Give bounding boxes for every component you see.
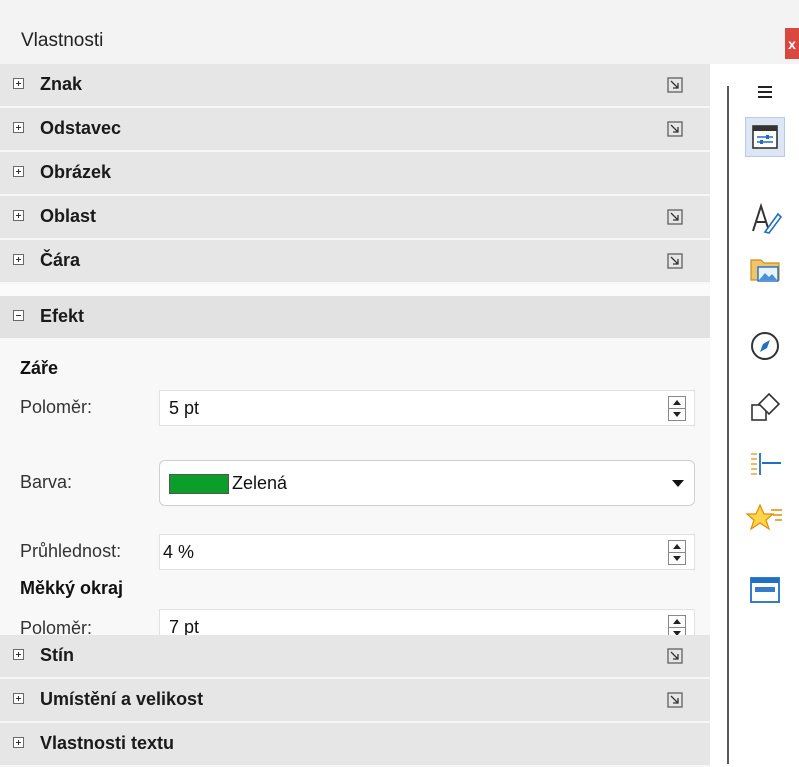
chevron-down-icon[interactable] xyxy=(672,480,684,487)
section-efekt-header[interactable]: Efekt xyxy=(0,296,710,340)
properties-icon xyxy=(752,125,778,149)
more-options-icon[interactable] xyxy=(667,121,683,137)
properties-panel: Znak Odstavec Obrázek Oblast Čára Efekt … xyxy=(0,64,710,767)
expand-icon[interactable] xyxy=(13,166,24,177)
glow-color-dropdown[interactable]: Zelená xyxy=(159,460,695,506)
section-label: Oblast xyxy=(40,206,97,226)
expand-icon[interactable] xyxy=(13,649,24,660)
section-obrazek-header[interactable]: Obrázek xyxy=(0,152,710,196)
shapes-icon[interactable] xyxy=(745,388,785,428)
section-label: Obrázek xyxy=(40,162,112,182)
expand-icon[interactable] xyxy=(13,122,24,133)
glow-color-label: Barva: xyxy=(20,472,73,492)
glow-transparency-label: Průhlednost: xyxy=(20,541,122,561)
glow-radius-value[interactable]: 5 pt xyxy=(169,398,199,419)
glow-radius-field[interactable]: 5 pt xyxy=(159,390,695,426)
master-slides-icon[interactable] xyxy=(745,569,785,609)
soft-edge-heading: Měkký okraj xyxy=(20,578,124,598)
deck-divider xyxy=(727,86,729,764)
panel-title: Vlastnosti xyxy=(21,30,104,51)
animation-icon[interactable] xyxy=(745,497,785,537)
section-znak-header[interactable]: Znak xyxy=(0,64,710,108)
expand-icon[interactable] xyxy=(13,254,24,265)
more-options-icon[interactable] xyxy=(667,648,683,664)
glow-radius-label: Poloměr: xyxy=(20,397,93,417)
gallery-icon[interactable] xyxy=(745,248,785,288)
more-options-icon[interactable] xyxy=(667,77,683,93)
more-options-icon[interactable] xyxy=(667,692,683,708)
section-odstavec-header[interactable]: Odstavec xyxy=(0,108,710,152)
slide-transition-icon[interactable] xyxy=(745,443,785,483)
styles-icon[interactable] xyxy=(745,198,785,238)
more-options-icon[interactable] xyxy=(667,209,683,225)
glow-transparency-value[interactable]: 4 % xyxy=(163,542,194,563)
close-button[interactable]: x xyxy=(785,28,799,59)
section-vlastnosti-textu-header[interactable]: Vlastnosti textu xyxy=(0,723,710,767)
section-oblast-header[interactable]: Oblast xyxy=(0,196,710,240)
color-swatch xyxy=(169,474,229,494)
section-label: Odstavec xyxy=(40,118,122,138)
section-label: Znak xyxy=(40,74,83,94)
glow-color-value: Zelená xyxy=(232,473,288,493)
expand-icon[interactable] xyxy=(13,210,24,221)
expand-icon[interactable] xyxy=(13,78,24,89)
section-stin-header[interactable]: Stín xyxy=(0,635,710,679)
glow-transparency-field[interactable]: 4 % xyxy=(159,534,695,570)
glow-heading: Záře xyxy=(20,358,59,378)
expand-icon[interactable] xyxy=(13,737,24,748)
title-bar: Vlastnosti x xyxy=(0,0,799,65)
section-label: Vlastnosti textu xyxy=(40,733,175,753)
spin-arrows-icon[interactable] xyxy=(668,396,686,421)
navigator-icon[interactable] xyxy=(745,326,785,366)
effect-content: Záře Poloměr: 5 pt Barva: Zelená Průhled… xyxy=(0,341,710,647)
spin-arrows-icon[interactable] xyxy=(668,540,686,565)
properties-deck-button[interactable] xyxy=(745,117,785,157)
section-umisteni-header[interactable]: Umístění a velikost xyxy=(0,679,710,723)
collapse-icon[interactable] xyxy=(13,310,24,321)
section-label: Čára xyxy=(40,250,81,270)
section-label: Efekt xyxy=(40,306,85,326)
more-options-icon[interactable] xyxy=(667,253,683,269)
menu-icon[interactable] xyxy=(745,72,785,112)
section-label: Umístění a velikost xyxy=(40,689,204,709)
expand-icon[interactable] xyxy=(13,693,24,704)
section-label: Stín xyxy=(40,645,74,665)
section-cara-header[interactable]: Čára xyxy=(0,240,710,284)
